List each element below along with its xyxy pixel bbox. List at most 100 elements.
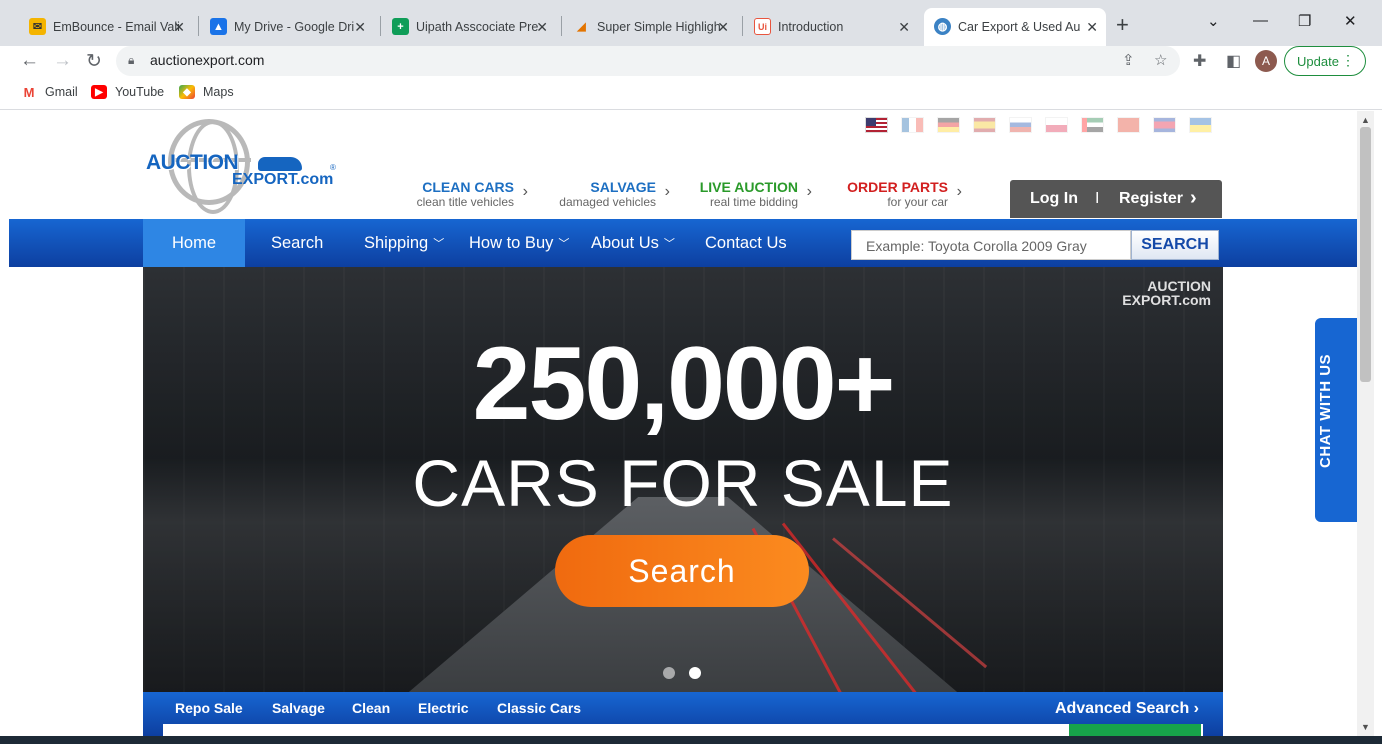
browser-tab[interactable]: ▲ My Drive - Google Dri ✕ [208,8,374,46]
flag-fr-icon[interactable] [901,117,924,133]
flag-cn-icon[interactable] [1117,117,1140,133]
tab-strip: ✉ EmBounce - Email Vali ✕ ▲ My Drive - G… [0,0,1382,46]
address-bar[interactable]: 🔒︎ auctionexport.com ⇪ ☆ [116,46,1180,76]
logo-registered-mark: ® [330,163,336,172]
category-salvage[interactable]: SALVAGE damaged vehicles › [549,179,670,209]
flag-de-icon[interactable] [937,117,960,133]
filter-inputs-row[interactable] [163,724,1203,736]
search-input[interactable]: Example: Toyota Corolla 2009 Gray [851,230,1131,260]
bookmark-gmail[interactable]: M Gmail [21,85,78,100]
uipath-icon: Ui [754,18,771,35]
nav-shipping[interactable]: Shipping ﹀ [364,219,444,267]
carousel-dot[interactable] [663,667,675,679]
new-tab-icon[interactable]: + [1116,12,1129,38]
scroll-down-icon[interactable]: ▼ [1361,722,1370,732]
filter-go-button[interactable] [1069,724,1201,736]
flag-ae-icon[interactable] [1081,117,1104,133]
url-text[interactable]: auctionexport.com [150,52,264,68]
scroll-thumb[interactable] [1360,127,1371,382]
browser-tab-active[interactable]: ◍ Car Export & Used Au ✕ [924,8,1106,46]
page-scrollbar[interactable]: ▲ ▼ [1357,111,1374,736]
restore-icon[interactable]: ❐ [1298,12,1311,30]
browser-tab[interactable]: Ui Introduction ✕ [752,8,918,46]
nav-label: Shipping [364,233,429,252]
flag-es-icon[interactable] [973,117,996,133]
avatar[interactable]: A [1255,50,1277,72]
category-order-parts[interactable]: ORDER PARTS for your car › [843,179,962,209]
nav-how-to-buy[interactable]: How to Buy ﹀ [469,219,569,267]
tab-repo-sale[interactable]: Repo Sale [175,700,243,716]
tab-electric[interactable]: Electric [418,700,469,716]
chevron-down-icon: ﹀ [558,238,570,250]
hero-watermark-line2: EXPORT.com [1122,292,1211,308]
nav-search[interactable]: Search [271,219,323,267]
tab-clean[interactable]: Clean [352,700,390,716]
close-icon[interactable]: ✕ [354,19,366,36]
tab-separator [742,16,743,36]
tab-classic-cars[interactable]: Classic Cars [497,700,581,716]
close-icon[interactable]: ✕ [536,19,548,36]
nav-home[interactable]: Home [143,219,246,267]
category-live-auction[interactable]: LIVE AUCTION real time bidding › [695,179,812,209]
youtube-icon: ▶ [91,85,107,99]
hero-search-button[interactable]: Search [555,535,809,607]
minimize-icon[interactable]: — [1253,12,1268,29]
flag-us-icon[interactable] [865,117,888,133]
close-icon[interactable]: ✕ [898,19,910,36]
window-close-icon[interactable]: ✕ [1344,12,1357,30]
category-title: ORDER PARTS [847,179,948,195]
carousel-dot-active[interactable] [689,667,701,679]
nav-about-us[interactable]: About Us ﹀ [591,219,675,267]
close-icon[interactable]: ✕ [717,19,729,36]
search-button[interactable]: SEARCH [1131,230,1219,260]
extensions-icon[interactable]: ✚ [1193,51,1206,71]
star-icon[interactable]: ☆ [1154,51,1167,69]
bookmark-label: YouTube [115,85,165,99]
nav-label: Contact Us [705,233,787,252]
share-icon[interactable]: ⇪ [1122,51,1135,69]
tab-salvage[interactable]: Salvage [272,700,325,716]
login-link[interactable]: Log In [1030,190,1078,208]
scroll-up-icon[interactable]: ▲ [1361,115,1370,125]
reload-icon[interactable]: ↻ [86,50,102,73]
tab-title: Super Simple Highligh [597,20,721,34]
side-panel-icon[interactable]: ◧ [1226,51,1241,71]
flag-kh-icon[interactable] [1153,117,1176,133]
flag-ru-icon[interactable] [1009,117,1032,133]
flag-pl-icon[interactable] [1045,117,1068,133]
chevron-down-icon: ﹀ [433,238,445,250]
category-subtitle: clean title vehicles [416,195,514,209]
update-button[interactable]: Update ⋮ [1284,46,1366,76]
chevron-right-icon: › [806,183,812,200]
advanced-search-link[interactable]: Advanced Search › [1055,700,1199,718]
category-clean-cars[interactable]: CLEAN CARS clean title vehicles › [409,179,528,209]
forward-arrow-icon[interactable]: → [53,50,72,72]
site-logo[interactable]: AUCTION EXPORT.com ® [144,117,344,214]
advanced-search-label: Advanced Search [1054,700,1190,717]
avatar-initial: A [1261,54,1270,68]
search-button-label: SEARCH [1141,236,1209,253]
tab-separator [380,16,381,36]
register-link[interactable]: Register [1119,190,1183,208]
chat-with-us-button[interactable]: CHAT WITH US [1315,318,1357,522]
nav-label: Search [271,233,324,252]
flag-ua-icon[interactable] [1189,117,1212,133]
nav-contact-us[interactable]: Contact Us [705,219,787,267]
close-icon[interactable]: ✕ [1086,19,1098,36]
bookmark-youtube[interactable]: ▶ YouTube [91,85,164,99]
tab-separator [561,16,562,36]
car-icon [258,157,302,171]
bookmark-maps[interactable]: ◆ Maps [179,85,234,99]
category-subtitle: real time bidding [709,195,798,209]
category-title: CLEAN CARS [422,179,514,195]
browser-tab[interactable]: ◢ Super Simple Highligh ✕ [571,8,737,46]
close-icon[interactable]: ✕ [173,19,185,36]
browser-tab[interactable]: + Uipath Asscociate Pre ✕ [390,8,556,46]
chevron-down-icon[interactable]: ⌄ [1207,12,1220,30]
chevron-down-icon: ﹀ [663,238,675,250]
back-arrow-icon[interactable]: ← [20,50,39,72]
browser-tab[interactable]: ✉ EmBounce - Email Vali ✕ [27,8,193,46]
web-page: AUCTION EXPORT.com ® CLEAN CARS clean ti… [9,111,1357,736]
chevron-right-icon: › [1193,700,1199,717]
search-placeholder: Example: Toyota Corolla 2009 Gray [866,238,1087,254]
